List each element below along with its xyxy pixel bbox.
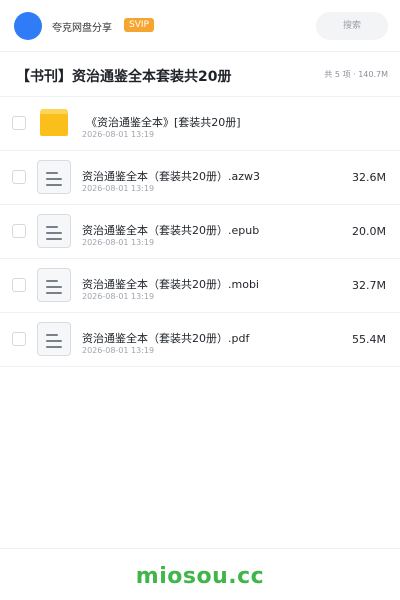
file-name: 资治通鉴全本（套装共20册）.epub [82,224,260,237]
file-date: 2026-08-01 13:19 [82,184,155,193]
file-date: 2026-08-01 13:19 [82,292,155,301]
share-summary: 共 5 项 · 140.7M [324,70,388,79]
file-size: 32.7M [352,279,386,292]
search-button[interactable]: 搜索 [316,12,388,40]
folder-icon [37,106,71,140]
share-title: 【书刊】资治通鉴全本套装共20册 [16,69,232,85]
document-icon [37,268,71,302]
footer: miosou.cc [0,548,400,600]
share-title-bar: 【书刊】资治通鉴全本套装共20册 共 5 项 · 140.7M [0,53,400,97]
file-name: 资治通鉴全本（套装共20册）.mobi [82,278,259,291]
document-icon [37,160,71,194]
checkbox[interactable] [12,116,26,130]
file-size: 55.4M [352,333,386,346]
checkbox[interactable] [12,170,26,184]
share-page: 夸克网盘分享 SVIP 搜索 【书刊】资治通鉴全本套装共20册 共 5 项 · … [0,0,400,600]
file-row-folder[interactable]: 《资治通鉴全本》[套装共20册] 2026-08-01 13:19 [0,97,400,151]
checkbox[interactable] [12,278,26,292]
file-row-azw3[interactable]: 资治通鉴全本（套装共20册）.azw3 2026-08-01 13:19 32.… [0,151,400,205]
file-size: 32.6M [352,171,386,184]
file-row-pdf[interactable]: 资治通鉴全本（套装共20册）.pdf 2026-08-01 13:19 55.4… [0,313,400,367]
document-icon [37,214,71,248]
file-date: 2026-08-01 13:19 [82,238,155,247]
avatar [14,12,42,40]
svip-badge: SVIP [124,18,154,32]
file-row-epub[interactable]: 资治通鉴全本（套装共20册）.epub 2026-08-01 13:19 20.… [0,205,400,259]
document-icon [37,322,71,356]
checkbox[interactable] [12,224,26,238]
file-row-mobi[interactable]: 资治通鉴全本（套装共20册）.mobi 2026-08-01 13:19 32.… [0,259,400,313]
file-name: 资治通鉴全本（套装共20册）.azw3 [82,170,261,183]
file-date: 2026-08-01 13:19 [82,346,155,355]
brand-label: 夸克网盘分享 [52,23,112,34]
checkbox[interactable] [12,332,26,346]
top-header: 夸克网盘分享 SVIP 搜索 [0,0,400,52]
watermark-text: miosou.cc [135,564,265,589]
file-date: 2026-08-01 13:19 [82,130,155,139]
file-name: 资治通鉴全本（套装共20册）.pdf [82,332,250,345]
file-name: 《资治通鉴全本》[套装共20册] [86,116,241,129]
file-list: 《资治通鉴全本》[套装共20册] 2026-08-01 13:19 资治通鉴全本… [0,97,400,367]
file-size: 20.0M [352,225,386,238]
